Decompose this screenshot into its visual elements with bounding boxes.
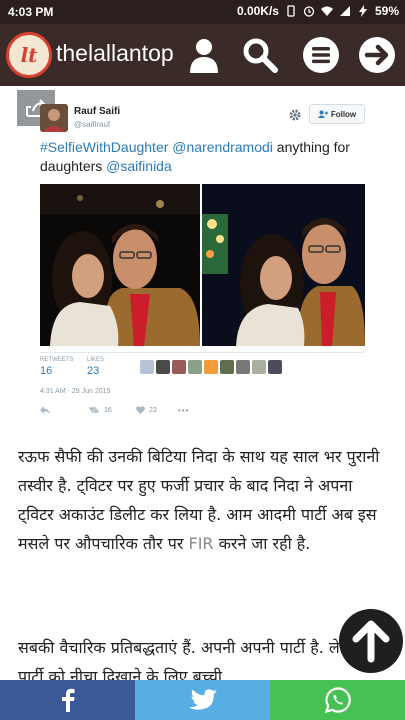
retweet-icon <box>89 407 99 413</box>
tweet-photo-2[interactable] <box>202 184 365 346</box>
follow-label: Follow <box>330 109 357 119</box>
liker-avatar[interactable] <box>204 360 218 374</box>
alarm-icon <box>303 6 315 17</box>
heart-icon <box>136 406 145 414</box>
tweet-photo-1[interactable] <box>40 184 200 346</box>
liker-avatar[interactable] <box>220 360 234 374</box>
reply-action[interactable] <box>40 406 50 414</box>
facebook-share-button[interactable] <box>0 680 135 720</box>
follow-button[interactable]: Follow <box>309 104 365 124</box>
retweet-action[interactable]: 16 <box>88 406 112 414</box>
hashtag-selfiewithdaughter[interactable]: #SelfieWithDaughter <box>40 139 168 155</box>
liker-avatar[interactable] <box>188 360 202 374</box>
signal-icon <box>339 6 350 16</box>
tweet-author-handle[interactable]: @saifirauf <box>74 120 110 129</box>
follow-user-icon <box>317 110 328 118</box>
twitter-share-button[interactable] <box>135 680 270 720</box>
tweet-author-avatar[interactable] <box>40 104 68 132</box>
brand-name: thelallantop <box>56 40 174 66</box>
likes-count[interactable]: 23 <box>87 365 99 377</box>
liker-avatar[interactable] <box>236 360 250 374</box>
status-icons: 0.00K/s 59% <box>237 4 399 18</box>
tweet-stats-divider <box>40 352 365 353</box>
whatsapp-share-button[interactable] <box>270 680 405 720</box>
facebook-icon <box>61 688 74 712</box>
liker-avatar[interactable] <box>268 360 282 374</box>
liker-avatar[interactable] <box>252 360 266 374</box>
liker-avatar[interactable] <box>172 360 186 374</box>
fir-link[interactable]: FIR <box>188 534 213 553</box>
share-bar <box>0 680 405 720</box>
article-paragraph-1-end: करने जा रही है. <box>218 534 311 553</box>
twitter-icon <box>188 689 217 710</box>
search-button[interactable] <box>240 35 280 75</box>
network-speed: 0.00K/s <box>236 4 279 18</box>
article-paragraph-1: रऊफ सैफी की उनकी बिटिया निदा के साथ यह स… <box>18 442 393 558</box>
profile-button[interactable] <box>184 35 224 75</box>
mention-saifinida[interactable]: @saifinida <box>106 158 172 174</box>
liker-avatar[interactable] <box>140 360 154 374</box>
status-bar: 4:03 PM 0.00K/s 59% <box>0 0 405 24</box>
lallantop-logo[interactable]: lt <box>6 32 52 78</box>
app-header: lt thelallantop <box>0 24 405 86</box>
menu-button[interactable] <box>301 35 341 75</box>
likes-label: LIKES <box>87 357 105 363</box>
search-icon <box>243 38 278 73</box>
status-time: 4:03 PM <box>8 5 54 19</box>
article-paragraph-2: सबकी वैचारिक प्रतिबद्धताएं हैं. अपनी अपन… <box>18 638 366 680</box>
reply-icon <box>40 406 50 414</box>
tweet-date[interactable]: 4:31 AM - 29 Jun 2015 <box>40 388 110 395</box>
battery-charging-icon <box>358 5 367 17</box>
gear-icon[interactable] <box>288 108 302 122</box>
arrow-right-icon <box>359 37 395 73</box>
tweet-author-name[interactable]: Rauf Saifi <box>74 106 120 117</box>
more-icon: ••• <box>178 406 190 415</box>
like-action-count: 23 <box>149 406 157 414</box>
logo-text: lt <box>20 43 38 67</box>
arrow-up-icon <box>352 620 390 663</box>
retweets-label: RETWEETS <box>40 357 74 363</box>
vibrate-icon <box>287 5 295 17</box>
like-action[interactable]: 23 <box>136 406 157 414</box>
scroll-to-top-button[interactable] <box>339 609 403 673</box>
whatsapp-icon <box>324 687 351 713</box>
retweet-action-count: 16 <box>104 406 112 414</box>
mention-narendramodi[interactable]: @narendramodi <box>172 139 273 155</box>
more-action[interactable]: ••• <box>178 406 189 415</box>
battery-level: 59% <box>374 4 399 18</box>
tweet-text: #SelfieWithDaughter @narendramodi anythi… <box>40 138 370 176</box>
retweets-count[interactable]: 16 <box>40 365 52 377</box>
liker-avatars <box>140 360 282 374</box>
next-article-button[interactable] <box>357 35 397 75</box>
liker-avatar[interactable] <box>156 360 170 374</box>
menu-icon <box>303 37 339 73</box>
person-icon <box>190 39 218 73</box>
wifi-icon <box>320 6 333 16</box>
